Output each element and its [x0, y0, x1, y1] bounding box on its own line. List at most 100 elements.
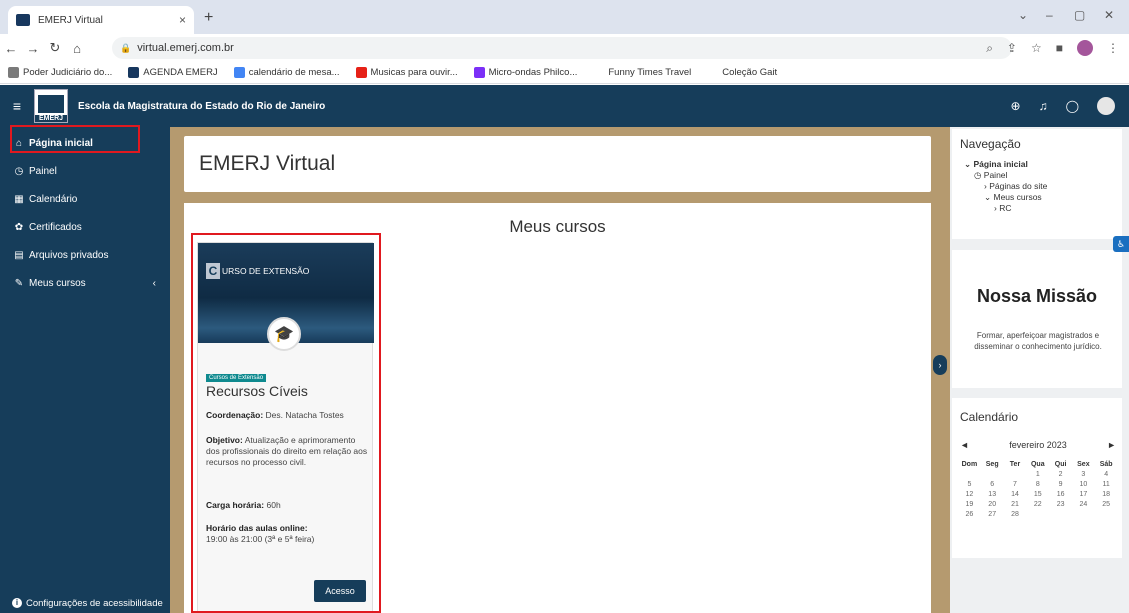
bookmark-icon: [707, 67, 719, 78]
site-name[interactable]: Escola da Magistratura do Estado do Rio …: [78, 101, 325, 112]
left-sidebar: ⌂ Página inicial ◷ Painel ▦ Calendário ✿ Certif…: [0, 127, 170, 613]
chevron-left-icon[interactable]: ‹: [153, 278, 156, 289]
calendar-day[interactable]: 18: [1095, 490, 1118, 500]
forward-icon[interactable]: →: [22, 41, 44, 56]
page-header-card: EMERJ Virtual: [184, 136, 931, 192]
bookmark-icon: [8, 67, 19, 78]
site-logo[interactable]: EMERJ: [34, 89, 68, 123]
calendar-day[interactable]: 3: [1072, 470, 1095, 480]
calendar-day[interactable]: 26: [958, 510, 981, 520]
nav-tree-item[interactable]: › Páginas do site: [964, 181, 1047, 192]
navigation-title: Navegação: [960, 137, 1021, 151]
bookmark-item[interactable]: calendário de mesa...: [233, 67, 340, 78]
nav-tree-item[interactable]: › RC: [964, 203, 1047, 214]
sidebar-item-1[interactable]: ◷ Painel: [0, 157, 170, 185]
calendar-day[interactable]: 14: [1004, 490, 1027, 500]
sidepanel-icon[interactable]: ■: [1056, 41, 1063, 55]
minimize-icon[interactable]: –: [1046, 8, 1053, 22]
next-month-icon[interactable]: ►: [1107, 440, 1116, 450]
calendar-day[interactable]: 2: [1049, 470, 1072, 480]
bookmark-item[interactable]: AGENDA EMERJ: [128, 67, 218, 78]
calendar-day[interactable]: 25: [1095, 500, 1118, 510]
favicon-icon: [16, 14, 30, 26]
back-icon[interactable]: ←: [0, 41, 22, 56]
nav-tree-item[interactable]: ⌄ Meus cursos: [964, 192, 1047, 203]
sidebar-item-5[interactable]: ✎ Meus cursos ‹: [0, 269, 170, 297]
calendar-day[interactable]: 23: [1049, 500, 1072, 510]
chat-icon[interactable]: ◯: [1066, 99, 1079, 113]
url-input[interactable]: 🔒 virtual.emerj.com.br: [112, 37, 1012, 59]
drawer-toggle-chevron-icon[interactable]: ›: [933, 355, 947, 375]
gauge-icon: ◷: [14, 165, 24, 177]
calendar-weekday: Seg: [985, 461, 999, 468]
prev-month-icon[interactable]: ◄: [960, 440, 969, 450]
calendar-day[interactable]: 24: [1072, 500, 1095, 510]
calendar-day[interactable]: 8: [1026, 480, 1049, 490]
bookmark-item[interactable]: Funny Times Travel: [593, 67, 691, 78]
nav-tree-item[interactable]: ◷ Painel: [964, 170, 1047, 181]
calendar-title: Calendário: [960, 410, 1019, 424]
restore-icon[interactable]: ▢: [1074, 8, 1085, 22]
calendar-day[interactable]: 17: [1072, 490, 1095, 500]
lock-icon: 🔒: [120, 42, 132, 53]
nav-tree-item[interactable]: ⌄ Página inicial: [964, 159, 1047, 170]
globe-icon[interactable]: ⊕: [1011, 99, 1021, 113]
calendar-day[interactable]: 1: [1026, 470, 1049, 480]
bookmark-item[interactable]: Coleção Gait: [707, 67, 777, 78]
new-tab-icon[interactable]: +: [204, 9, 213, 27]
bookmark-icon: [233, 67, 245, 78]
calendar-day[interactable]: 15: [1026, 490, 1049, 500]
tab-title: EMERJ Virtual: [38, 14, 103, 26]
calendar-day[interactable]: 16: [1049, 490, 1072, 500]
calendar-weekday: Qua: [1030, 461, 1045, 468]
share-icon[interactable]: ⇪: [1007, 41, 1017, 55]
calendar-day[interactable]: 6: [981, 480, 1004, 490]
profile-avatar[interactable]: [1077, 40, 1093, 56]
bell-icon[interactable]: ♫: [1039, 99, 1048, 113]
mission-title: Nossa Missão: [976, 286, 1098, 306]
tree-chevron-icon: ◷: [974, 170, 984, 180]
calendar-day: [1004, 470, 1027, 480]
close-window-icon[interactable]: ✕: [1104, 8, 1114, 22]
user-avatar[interactable]: [1097, 97, 1115, 115]
site-header: ≡ EMERJ Escola da Magistratura do Estado…: [0, 85, 1129, 127]
zoom-icon[interactable]: ⌕: [986, 41, 993, 56]
menu-icon[interactable]: ⋮: [1107, 41, 1119, 55]
sidebar-item-2[interactable]: ▦ Calendário: [0, 185, 170, 213]
browser-tab[interactable]: EMERJ Virtual ×: [8, 6, 194, 34]
calendar-day[interactable]: 10: [1072, 480, 1095, 490]
calendar-day[interactable]: 13: [981, 490, 1004, 500]
url-text: virtual.emerj.com.br: [137, 42, 234, 54]
calendar-day[interactable]: 7: [1004, 480, 1027, 490]
close-tab-icon[interactable]: ×: [179, 13, 186, 27]
calendar-day[interactable]: 4: [1095, 470, 1118, 480]
calendar-day[interactable]: 21: [1004, 500, 1027, 510]
calendar-day[interactable]: 5: [958, 480, 981, 490]
calendar-day[interactable]: 19: [958, 500, 981, 510]
calendar-day[interactable]: 12: [958, 490, 981, 500]
bookmark-item[interactable]: Micro-ondas Philco...: [473, 67, 577, 78]
calendar-day[interactable]: 27: [981, 510, 1004, 520]
home-browser-icon[interactable]: ⌂: [66, 41, 88, 56]
highlight-course-card: [191, 233, 381, 613]
accessibility-widget-icon[interactable]: ♿: [1113, 236, 1129, 252]
address-bar: ← → ↻ ⌂ 🔒 virtual.emerj.com.br ⌕ ⇪ ☆ ■ ⋮: [0, 34, 1129, 62]
calendar-day[interactable]: 20: [981, 500, 1004, 510]
calendar-day[interactable]: 11: [1095, 480, 1118, 490]
bookmark-item[interactable]: Musicas para ouvir...: [355, 67, 458, 78]
sidebar-item-4[interactable]: ▤ Arquivos privados: [0, 241, 170, 269]
calendar-weekday: Ter: [1009, 461, 1021, 468]
reload-icon[interactable]: ↻: [44, 40, 66, 56]
sidebar-item-3[interactable]: ✿ Certificados: [0, 213, 170, 241]
accessibility-settings-link[interactable]: i Configurações de acessibilidade: [0, 593, 170, 613]
bookmark-icon: [473, 67, 485, 78]
chevron-down-icon[interactable]: ⌄: [1018, 8, 1028, 22]
calendar-day[interactable]: 28: [1004, 510, 1027, 520]
star-icon[interactable]: ☆: [1031, 41, 1042, 55]
calendar-day[interactable]: 9: [1049, 480, 1072, 490]
bookmark-item[interactable]: Poder Judiciário do...: [8, 67, 112, 78]
calendar-weekday: Sáb: [1099, 461, 1113, 468]
browser-tab-bar: EMERJ Virtual × + ⌄ – ▢ ✕: [0, 0, 1129, 34]
hamburger-menu-icon[interactable]: ≡: [0, 98, 34, 114]
calendar-day[interactable]: 22: [1026, 500, 1049, 510]
